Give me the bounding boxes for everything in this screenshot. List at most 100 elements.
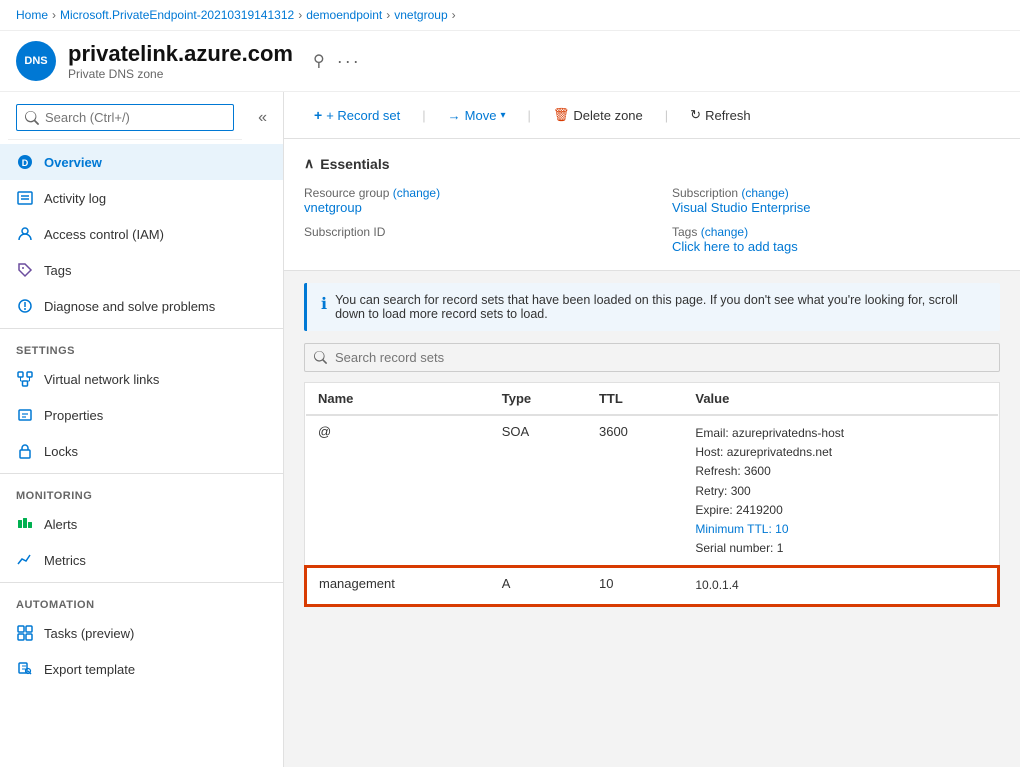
more-options-icon[interactable]: ··· <box>337 51 361 72</box>
page-header: DNS privatelink.azure.com Private DNS zo… <box>0 31 1020 92</box>
record-name: @ <box>306 415 490 567</box>
collapse-sidebar-button[interactable]: « <box>246 101 279 135</box>
virtual-network-links-icon <box>16 370 34 388</box>
sidebar-item-diagnose[interactable]: Diagnose and solve problems <box>0 288 283 324</box>
resource-group-change-link[interactable]: (change) <box>393 186 440 200</box>
move-chevron-icon: ▾ <box>500 110 505 121</box>
col-value: Value <box>683 383 998 415</box>
subscription-value: Visual Studio Enterprise <box>672 200 1000 215</box>
delete-zone-button[interactable]: 🗑 Delete zone <box>543 102 653 128</box>
svg-text:D: D <box>22 158 29 168</box>
table-row[interactable]: managementA1010.0.1.4 <box>306 567 998 604</box>
tags-item: Tags (change) Click here to add tags <box>672 225 1000 254</box>
sidebar-item-alerts-label: Alerts <box>44 517 77 532</box>
subscription-item: Subscription (change) Visual Studio Ente… <box>672 186 1000 215</box>
main-content: + + Record set | → Move ▾ | 🗑 Delete zon… <box>284 92 1020 767</box>
page-title: privatelink.azure.com <box>68 41 293 67</box>
overview-icon: D <box>16 153 34 171</box>
header-actions: ⚲ ··· <box>313 51 361 72</box>
sidebar-item-export-template-label: Export template <box>44 662 135 677</box>
sidebar-item-locks[interactable]: Locks <box>0 433 283 469</box>
locks-icon <box>16 442 34 460</box>
sidebar-item-activity-log[interactable]: Activity log <box>0 180 283 216</box>
properties-icon <box>16 406 34 424</box>
record-ttl: 3600 <box>587 415 683 567</box>
col-type: Type <box>490 383 587 415</box>
essentials-header[interactable]: ∧ Essentials <box>304 155 1000 172</box>
sidebar-item-tasks[interactable]: Tasks (preview) <box>0 615 283 651</box>
sidebar-item-metrics-label: Metrics <box>44 553 86 568</box>
sidebar-item-tasks-label: Tasks (preview) <box>44 626 134 641</box>
sidebar-item-diagnose-label: Diagnose and solve problems <box>44 299 215 314</box>
automation-section-label: Automation <box>0 587 283 615</box>
tags-icon <box>16 261 34 279</box>
sidebar-item-properties-label: Properties <box>44 408 103 423</box>
delete-icon: 🗑 <box>553 107 570 123</box>
record-value: 10.0.1.4 <box>683 567 998 604</box>
record-search-input[interactable] <box>304 343 1000 372</box>
sidebar-item-vnetlinks-label: Virtual network links <box>44 372 159 387</box>
table-row[interactable]: @SOA3600Email: azureprivatedns-hostHost:… <box>306 415 998 567</box>
subscription-change-link[interactable]: (change) <box>741 186 788 200</box>
dns-icon: DNS <box>16 41 56 81</box>
pin-icon[interactable]: ⚲ <box>313 51 325 71</box>
sidebar-item-metrics[interactable]: Metrics <box>0 542 283 578</box>
sidebar-item-locks-label: Locks <box>44 444 78 459</box>
page-subtitle: Private DNS zone <box>68 67 293 81</box>
breadcrumb-private-endpoint[interactable]: Microsoft.PrivateEndpoint-20210319141312 <box>60 8 294 22</box>
move-icon: → <box>448 108 461 123</box>
breadcrumb-demoendpoint[interactable]: demoendpoint <box>306 8 382 22</box>
info-bar-text: You can search for record sets that have… <box>335 293 986 321</box>
record-ttl: 10 <box>587 567 683 604</box>
metrics-icon <box>16 551 34 569</box>
record-type: SOA <box>490 415 587 567</box>
sidebar-item-tags-label: Tags <box>44 263 71 278</box>
tags-add-link[interactable]: Click here to add tags <box>672 239 1000 254</box>
breadcrumb: Home › Microsoft.PrivateEndpoint-2021031… <box>0 0 1020 31</box>
refresh-button[interactable]: ↻ Refresh <box>680 102 760 128</box>
header-title-block: privatelink.azure.com Private DNS zone <box>68 41 293 81</box>
monitoring-section-label: Monitoring <box>0 478 283 506</box>
essentials-section: ∧ Essentials Resource group (change) vne… <box>284 139 1020 271</box>
add-record-set-button[interactable]: + + Record set <box>304 102 410 128</box>
alerts-icon <box>16 515 34 533</box>
record-name: management <box>306 567 490 604</box>
record-search-bar <box>304 343 1000 372</box>
sidebar-item-virtual-network-links[interactable]: Virtual network links <box>0 361 283 397</box>
sidebar-item-access-control-label: Access control (IAM) <box>44 227 164 242</box>
essentials-grid: Resource group (change) vnetgroup Subscr… <box>304 186 1000 254</box>
resource-group-value[interactable]: vnetgroup <box>304 200 632 215</box>
sidebar-item-tags[interactable]: Tags <box>0 252 283 288</box>
sidebar-item-overview-label: Overview <box>44 155 102 170</box>
col-name: Name <box>306 383 490 415</box>
diagnose-icon <box>16 297 34 315</box>
info-icon: ℹ <box>321 294 327 314</box>
resource-group-item: Resource group (change) vnetgroup <box>304 186 632 215</box>
sidebar-item-overview[interactable]: D Overview <box>0 144 283 180</box>
sidebar-item-activity-log-label: Activity log <box>44 191 106 206</box>
subscription-id-item: Subscription ID <box>304 225 632 254</box>
sidebar-item-access-control[interactable]: Access control (IAM) <box>0 216 283 252</box>
activity-log-icon <box>16 189 34 207</box>
tags-change-link[interactable]: (change) <box>701 225 748 239</box>
sidebar-item-export-template[interactable]: Export template <box>0 651 283 687</box>
search-input[interactable] <box>16 104 234 131</box>
main-layout: « D Overview Activity log Access control… <box>0 92 1020 767</box>
breadcrumb-home[interactable]: Home <box>16 8 48 22</box>
record-value: Email: azureprivatedns-hostHost: azurepr… <box>683 415 998 567</box>
sidebar-item-properties[interactable]: Properties <box>0 397 283 433</box>
refresh-icon: ↻ <box>690 107 701 123</box>
add-icon: + <box>314 107 322 123</box>
record-type: A <box>490 567 587 604</box>
tasks-icon <box>16 624 34 642</box>
sidebar: « D Overview Activity log Access control… <box>0 92 284 767</box>
move-button[interactable]: → Move ▾ <box>438 103 516 128</box>
info-bar: ℹ You can search for record sets that ha… <box>304 283 1000 331</box>
col-ttl: TTL <box>587 383 683 415</box>
records-table: Name Type TTL Value @SOA3600Email: azure… <box>304 382 1000 607</box>
breadcrumb-vnetgroup[interactable]: vnetgroup <box>394 8 447 22</box>
sidebar-item-alerts[interactable]: Alerts <box>0 506 283 542</box>
settings-section-label: Settings <box>0 333 283 361</box>
access-control-icon <box>16 225 34 243</box>
export-template-icon <box>16 660 34 678</box>
